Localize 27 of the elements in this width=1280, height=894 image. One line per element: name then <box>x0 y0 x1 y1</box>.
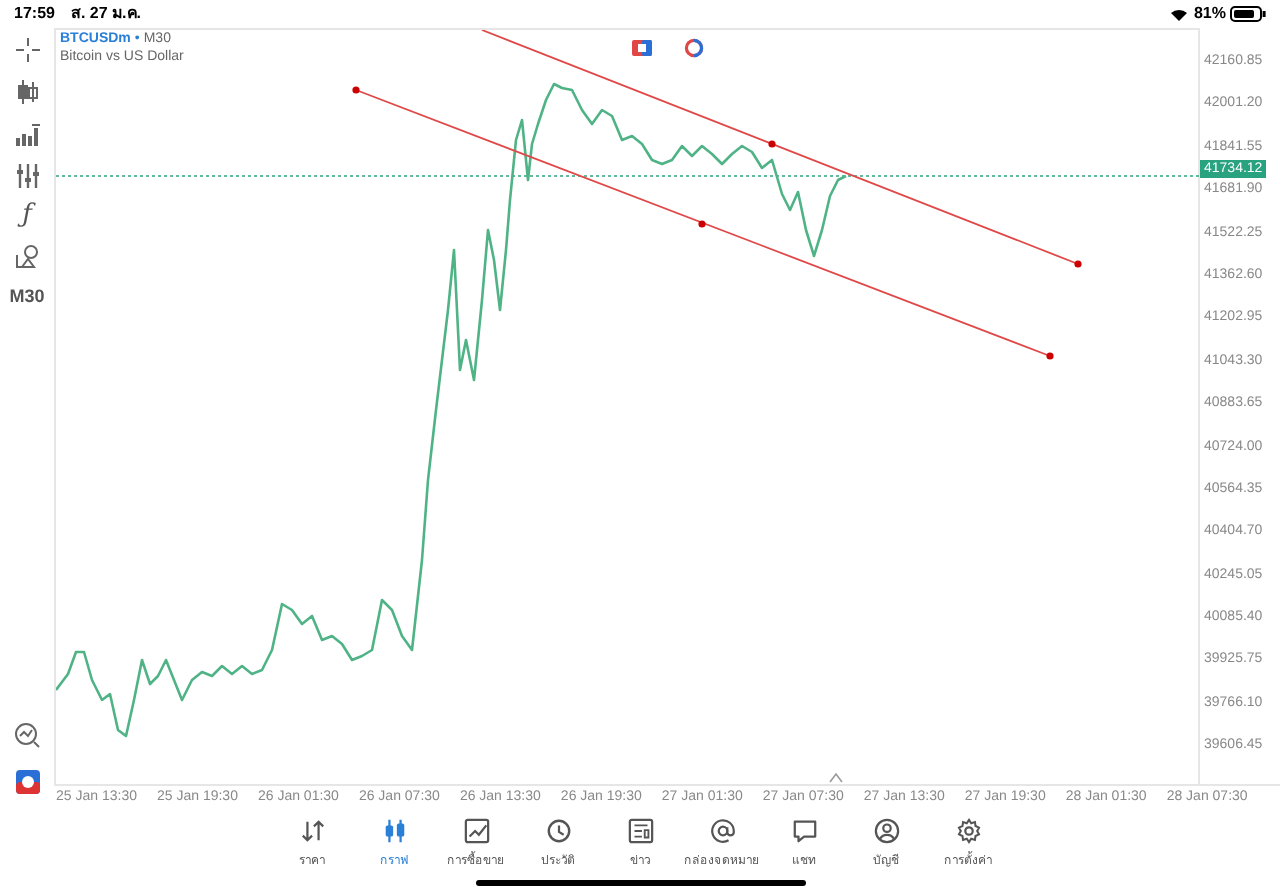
settings-icon <box>955 818 981 844</box>
scroll-marker-icon[interactable] <box>829 772 843 783</box>
date: ส. 27 ม.ค. <box>70 2 141 26</box>
chat-bubble-icon <box>791 818 817 844</box>
history-icon <box>545 818 571 844</box>
at-sign-icon <box>709 818 735 844</box>
candlestick-icon <box>381 818 407 844</box>
function-icon[interactable]: ƒ <box>22 202 32 230</box>
wifi-icon <box>1169 7 1188 21</box>
clock: 17:59 <box>14 2 55 26</box>
app-logo-icon[interactable] <box>15 770 39 794</box>
one-click-trading-icon[interactable] <box>632 40 652 56</box>
chart-zoom-icon[interactable] <box>14 722 40 748</box>
shapes-icon[interactable] <box>15 244 39 268</box>
timeframe-button[interactable]: M30 <box>9 284 45 311</box>
arrows-icon <box>299 818 325 844</box>
battery-level: 81% <box>1193 2 1226 26</box>
depth-ring-icon[interactable] <box>684 38 704 58</box>
crosshair-icon[interactable] <box>15 38 39 62</box>
line-chart-icon <box>463 818 489 844</box>
newspaper-icon <box>627 818 653 844</box>
bar-chart-icon[interactable] <box>15 122 39 146</box>
trend-channel-drawing[interactable] <box>352 30 1082 360</box>
sliders-icon[interactable] <box>15 164 39 188</box>
battery-icon <box>1230 6 1266 22</box>
candlestick-icon[interactable] <box>15 80 39 104</box>
account-icon <box>873 818 899 844</box>
